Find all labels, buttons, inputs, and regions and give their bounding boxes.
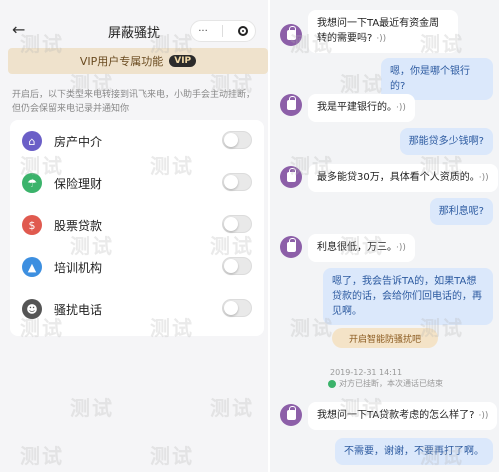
call-status: 对方已挂断，本次通话已结束 <box>328 378 443 389</box>
message-incoming: 我想问一下TA贷款考虑的怎么样了? ·)) <box>308 402 498 430</box>
message-outgoing: 那利息呢? <box>429 198 493 225</box>
nav-bar: ← 屏蔽骚扰 ··· <box>0 16 268 46</box>
more-icon[interactable]: ··· <box>198 26 208 37</box>
toggle-stock-loan[interactable] <box>222 215 252 233</box>
assistant-avatar-icon <box>280 404 302 426</box>
assistant-avatar-icon <box>280 94 302 116</box>
list-item-real-estate: ⌂ 房产中介 <box>10 120 264 162</box>
list-item-training: ▲ 培训机构 <box>10 246 264 288</box>
message-incoming: 我是平建银行的。 ·)) <box>308 94 415 122</box>
call-status-text: 对方已挂断，本次通话已结束 <box>339 379 443 388</box>
toggle-training[interactable] <box>222 257 252 275</box>
list-item-label: 股票贷款 <box>54 219 103 233</box>
message-outgoing: 那能贷多少钱啊? <box>399 128 493 155</box>
toggle-insurance[interactable] <box>222 173 252 191</box>
list-item-stock-loan: $ 股票贷款 <box>10 204 264 246</box>
moneybag-icon: $ <box>22 215 42 235</box>
list-item-label: 骚扰电话 <box>54 303 103 317</box>
block-category-list: ⌂ 房产中介 ☂ 保险理财 $ 股票贷款 ▲ 培训机构 ☻ 骚扰电话 <box>10 120 264 336</box>
toggle-real-estate[interactable] <box>222 131 252 149</box>
list-item-label: 保险理财 <box>54 177 103 191</box>
capsule-divider <box>222 25 224 37</box>
enable-anti-harassment-button[interactable]: 开启智能防骚扰吧 <box>332 328 438 348</box>
list-item-insurance: ☂ 保险理财 <box>10 162 264 204</box>
list-item-label: 房产中介 <box>54 135 103 149</box>
list-item-label: 培训机构 <box>54 261 103 275</box>
vip-banner: VIP用户专属功能 VIP <box>8 48 268 74</box>
speaker-icon[interactable]: ·)) <box>396 243 406 253</box>
toggle-harassment-call[interactable] <box>222 299 252 317</box>
speaker-icon[interactable]: ·)) <box>479 173 489 183</box>
house-icon: ⌂ <box>22 131 42 151</box>
message-outgoing: 嗯了，我会告诉TA的，如果TA想贷款的话，会给你们回电话的，再见啊。 <box>323 268 493 325</box>
message-outgoing: 不需要，谢谢，不要再打了啊。 <box>335 438 493 465</box>
mini-program-capsule: ··· <box>190 20 256 42</box>
robot-icon: ☻ <box>22 299 42 319</box>
umbrella-icon: ☂ <box>22 173 42 193</box>
vip-banner-text: VIP用户专属功能 <box>79 55 164 68</box>
feature-hint: 开启后，以下类型来电转接到讯飞来电，小助手会主动挂断，但仍会保留来电记录并通知你 <box>12 90 256 114</box>
speaker-icon[interactable]: ·)) <box>376 34 386 44</box>
vip-badge: VIP <box>169 55 197 67</box>
assistant-avatar-icon <box>280 236 302 258</box>
call-transcript-screen: 我想问一下TA最近有资金周转的需要吗? ·)) 嗯，你是哪个银行的? 我是平建银行… <box>270 0 499 472</box>
speaker-icon[interactable]: ·)) <box>478 411 488 421</box>
message-incoming: 利息很低，万三。 ·)) <box>308 234 415 262</box>
call-timestamp: 2019-12-31 14:11 <box>330 368 403 377</box>
assistant-avatar-icon <box>280 166 302 188</box>
assistant-avatar-icon <box>280 24 302 46</box>
speaker-icon[interactable]: ·)) <box>396 103 406 113</box>
close-target-icon[interactable] <box>237 26 248 36</box>
check-icon <box>328 379 336 388</box>
list-item-harassment-call: ☻ 骚扰电话 <box>10 288 264 330</box>
graduation-cap-icon: ▲ <box>22 257 42 277</box>
message-incoming: 我想问一下TA最近有资金周转的需要吗? ·)) <box>308 10 458 53</box>
message-incoming: 最多能贷30万，具体看个人资质的。 ·)) <box>308 164 498 192</box>
harassment-block-settings-screen: ← 屏蔽骚扰 ··· VIP用户专属功能 VIP 开启后，以下类型来电转接到讯飞… <box>0 0 268 472</box>
